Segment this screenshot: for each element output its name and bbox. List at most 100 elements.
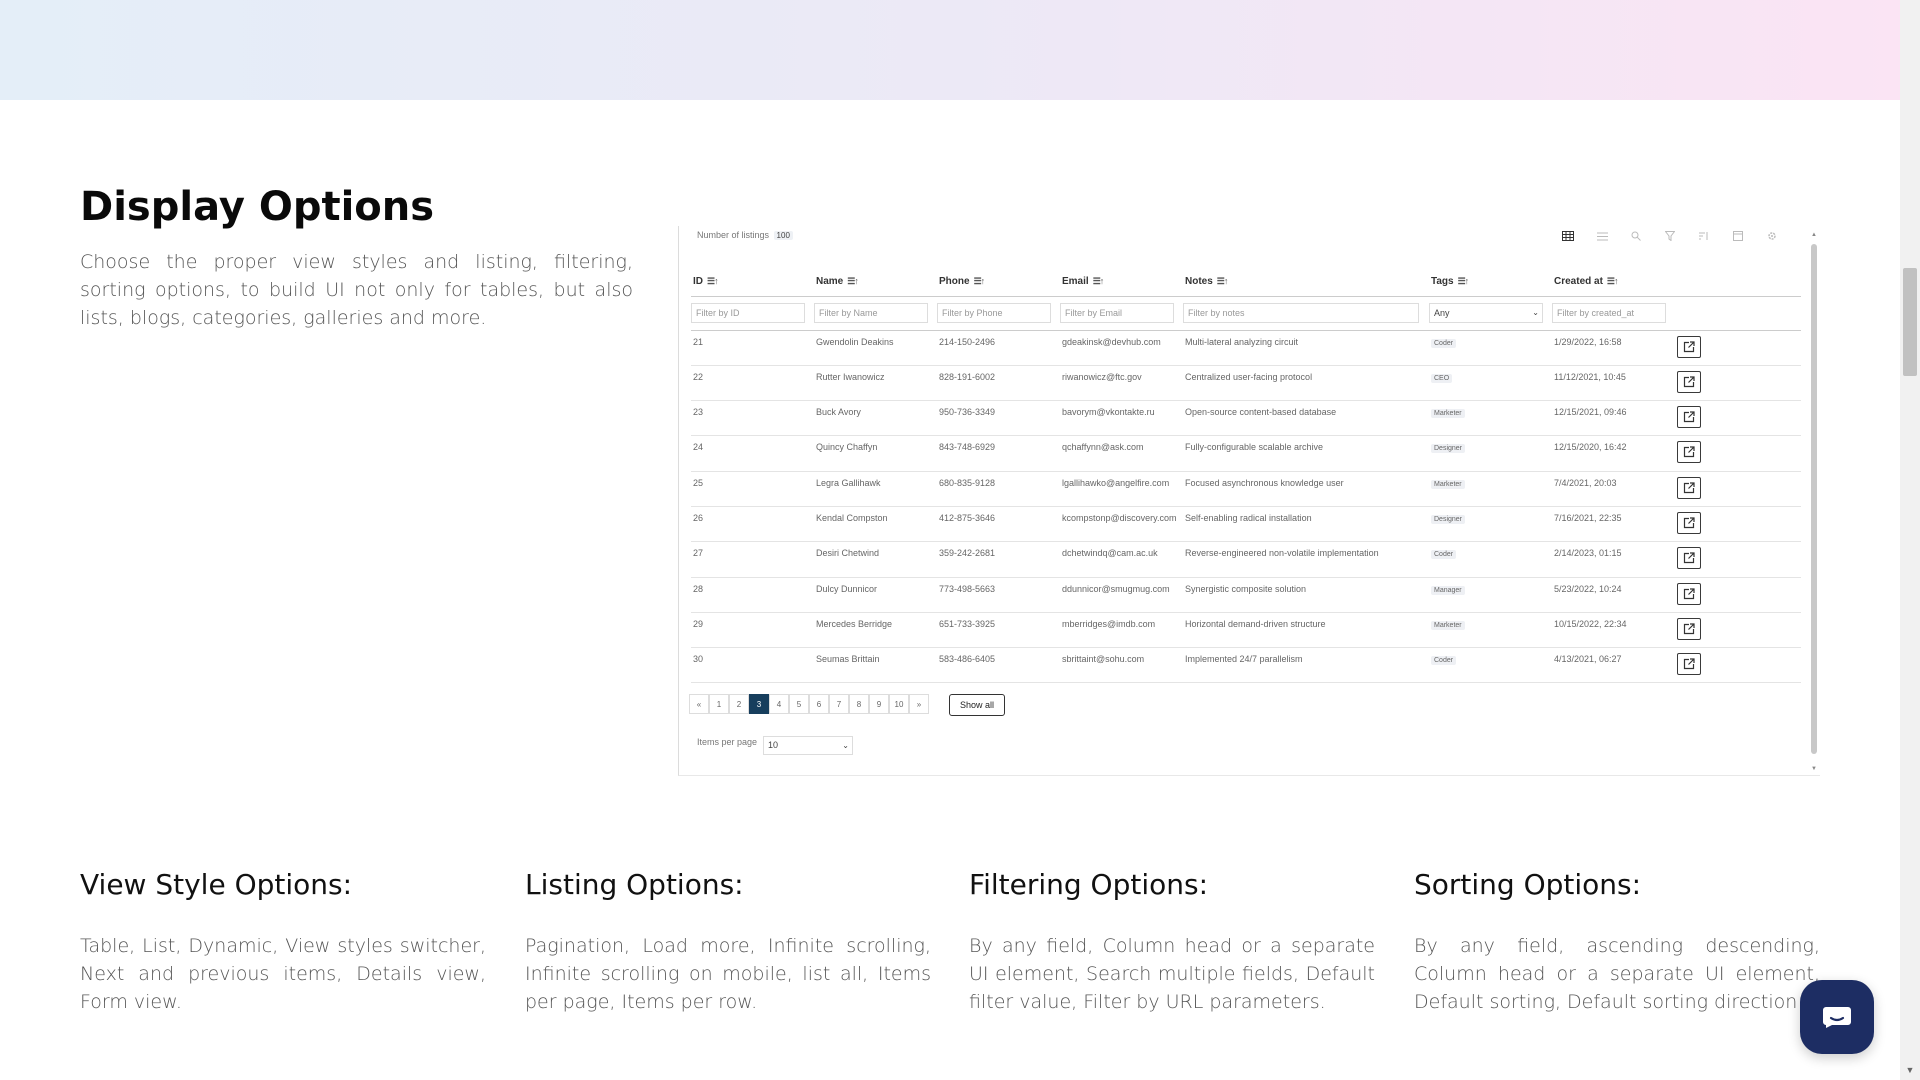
preview-scrollbar-thumb[interactable] [1811, 244, 1817, 754]
open-details-button[interactable] [1677, 617, 1701, 640]
layout-icon[interactable] [1730, 228, 1746, 244]
table-header-row: ID ☰↑ Name ☰↑ Phone ☰↑ Email ☰↑ Notes ☰↑ Tags… [691, 268, 1801, 297]
column-header-id[interactable]: ID ☰↑ [691, 268, 814, 297]
filter-name-input[interactable]: Filter by Name [814, 302, 928, 323]
open-details-button[interactable] [1677, 370, 1701, 393]
pagination-page[interactable]: 6 [809, 694, 829, 714]
pagination-prev[interactable]: « [689, 694, 709, 714]
pagination-page[interactable]: 8 [849, 694, 869, 714]
sort-icon[interactable]: ☰↑ [974, 276, 986, 286]
cell-notes: Multi-lateral analyzing circuit [1183, 330, 1429, 366]
table-row: 30 Seumas Brittain 583-486-6405 sbrittaint@… [691, 647, 1801, 684]
cell-name: Seumas Brittain [814, 647, 937, 684]
sort-icon[interactable]: ☰↑ [1217, 276, 1229, 286]
pagination-next[interactable]: » [909, 694, 929, 714]
cell-notes: Focused asynchronous knowledge user [1183, 471, 1429, 507]
cell-phone: 680-835-9128 [937, 471, 1060, 507]
cell-id: 28 [691, 577, 814, 613]
cell-actions [1675, 541, 1801, 578]
listing-count-badge: 100 [773, 231, 793, 240]
scroll-down-arrow-icon[interactable]: ▼ [1903, 1063, 1917, 1077]
open-details-button[interactable] [1677, 406, 1701, 429]
cell-created: 12/15/2021, 09:46 [1552, 400, 1675, 437]
open-details-button[interactable] [1677, 547, 1701, 570]
open-details-button[interactable] [1677, 511, 1701, 534]
chat-widget-button[interactable] [1800, 980, 1874, 1054]
column-header-name[interactable]: Name ☰↑ [814, 268, 937, 297]
options-title: View Style Options: [80, 868, 353, 901]
sort-icon[interactable] [1696, 228, 1712, 244]
column-header-tags[interactable]: Tags ☰↑ [1429, 268, 1552, 297]
sort-icon[interactable]: ☰↑ [1093, 276, 1105, 286]
pagination-page[interactable]: 10 [889, 694, 909, 714]
pagination-page[interactable]: 2 [729, 694, 749, 714]
cell-actions [1675, 330, 1801, 366]
pagination-page[interactable]: 7 [829, 694, 849, 714]
filter-notes-input[interactable]: Filter by notes [1183, 302, 1419, 323]
open-details-button[interactable] [1677, 582, 1701, 605]
section-description: Choose the proper view styles and listin… [80, 251, 633, 329]
cell-email: sbrittaint@sohu.com [1060, 647, 1183, 684]
cell-name: Mercedes Berridge [814, 612, 937, 649]
scroll-up-arrow-icon[interactable]: ▲ [1810, 232, 1818, 238]
preview-scrollbar[interactable]: ▲ ▼ [1810, 232, 1818, 772]
items-per-page-select[interactable]: 10 ⌄ [763, 736, 853, 755]
cell-email: ddunnicor@smugmug.com [1060, 577, 1183, 613]
page-scrollbar-track[interactable] [1900, 0, 1920, 1080]
listing-count-label: Number of listings [697, 230, 770, 240]
table-row: 27 Desiri Chetwind 359-242-2681 dchetwindq@… [691, 541, 1801, 578]
column-header-phone[interactable]: Phone ☰↑ [937, 268, 1060, 297]
external-link-icon [1683, 517, 1695, 529]
tag-badge: Marketer [1431, 409, 1465, 419]
open-details-button[interactable] [1677, 335, 1701, 358]
column-header-created[interactable]: Created at ☰↑ [1552, 268, 1675, 297]
open-details-button[interactable] [1677, 653, 1701, 676]
cell-actions [1675, 647, 1801, 684]
cell-created: 7/16/2021, 22:35 [1552, 506, 1675, 543]
sort-icon[interactable]: ☰↑ [847, 276, 859, 286]
open-details-button[interactable] [1677, 441, 1701, 464]
cell-phone: 950-736-3349 [937, 400, 1060, 437]
external-link-icon [1683, 446, 1695, 458]
table-row: 26 Kendal Compston 412-875-3646 kcompstonp@… [691, 506, 1801, 543]
cell-tags: Coder [1429, 330, 1552, 366]
cell-name: Buck Avory [814, 400, 937, 437]
options-text: By any field, Column head or a separate … [969, 935, 1375, 1013]
show-all-button[interactable]: Show all [949, 694, 1006, 716]
table-view-icon[interactable] [1560, 228, 1576, 244]
cell-actions [1675, 577, 1801, 613]
cell-actions [1675, 471, 1801, 507]
scroll-down-arrow-icon[interactable]: ▼ [1810, 766, 1818, 772]
sort-icon[interactable]: ☰↑ [1607, 276, 1619, 286]
cell-id: 22 [691, 365, 814, 402]
search-icon[interactable] [1628, 228, 1644, 244]
page-scrollbar-thumb[interactable] [1903, 268, 1917, 376]
filter-created-input[interactable]: Filter by created_at [1552, 302, 1666, 323]
filter-icon[interactable] [1662, 228, 1678, 244]
cell-id: 29 [691, 612, 814, 649]
external-link-icon [1683, 411, 1695, 423]
column-header-notes[interactable]: Notes ☰↑ [1183, 268, 1429, 297]
filter-row: Filter by ID Filter by Name Filter by Ph… [691, 296, 1801, 331]
filter-id-input[interactable]: Filter by ID [691, 302, 805, 323]
sort-icon[interactable]: ☰↑ [707, 276, 719, 286]
filter-email-input[interactable]: Filter by Email [1060, 302, 1174, 323]
filter-phone-input[interactable]: Filter by Phone [937, 302, 1051, 323]
pagination-page[interactable]: 5 [789, 694, 809, 714]
section-title: Display Options [80, 184, 435, 230]
settings-icon[interactable] [1764, 228, 1780, 244]
cell-phone: 214-150-2496 [937, 330, 1060, 366]
cell-name: Rutter Iwanowicz [814, 365, 937, 402]
cell-notes: Open-source content-based database [1183, 400, 1429, 437]
column-header-email[interactable]: Email ☰↑ [1060, 268, 1183, 297]
table-row: 21 Gwendolin Deakins 214-150-2496 gdeakinsk… [691, 330, 1801, 366]
pagination-page[interactable]: 3 [749, 694, 769, 714]
list-view-icon[interactable] [1594, 228, 1610, 244]
cell-actions [1675, 365, 1801, 402]
open-details-button[interactable] [1677, 476, 1701, 499]
pagination-page[interactable]: 9 [869, 694, 889, 714]
filter-tags-select[interactable]: Any ⌄ [1429, 302, 1543, 323]
pagination-page[interactable]: 4 [769, 694, 789, 714]
pagination-page[interactable]: 1 [709, 694, 729, 714]
sort-icon[interactable]: ☰↑ [1458, 276, 1470, 286]
